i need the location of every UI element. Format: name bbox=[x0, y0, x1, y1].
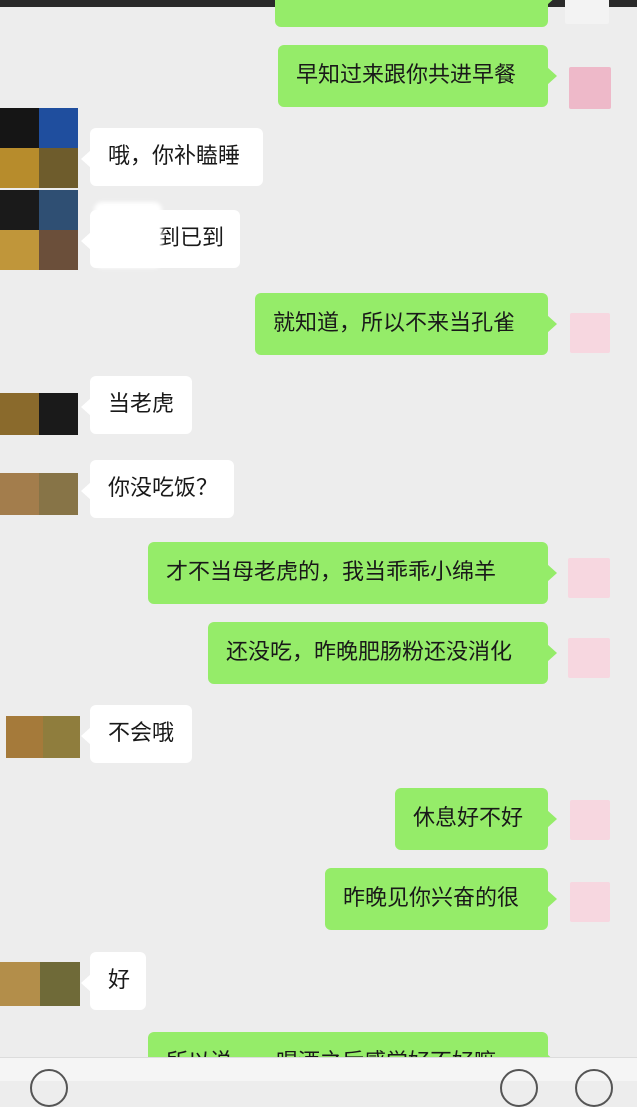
my-avatar-icon[interactable] bbox=[570, 882, 610, 922]
contact-avatar-icon[interactable] bbox=[0, 108, 78, 188]
contact-avatar-icon[interactable] bbox=[6, 716, 80, 758]
message-bubble-left[interactable]: 好 bbox=[81, 952, 146, 1010]
contact-avatar-icon[interactable] bbox=[0, 190, 78, 270]
redaction-patch bbox=[94, 202, 162, 268]
message-bubble-right[interactable]: 早知过来跟你共进早餐 bbox=[278, 45, 557, 107]
message-bubble-right[interactable]: 昨晚见你兴奋的很 bbox=[325, 868, 557, 930]
message-bubble-right[interactable]: 就知道，所以不来当孔雀 bbox=[255, 293, 557, 355]
input-toolbar bbox=[0, 1057, 637, 1081]
voice-icon[interactable] bbox=[30, 1069, 68, 1107]
my-avatar-icon[interactable] bbox=[565, 0, 609, 24]
more-icon[interactable] bbox=[575, 1069, 613, 1107]
message-bubble-left[interactable]: 不会哦 bbox=[81, 705, 192, 763]
contact-avatar-icon[interactable] bbox=[0, 473, 78, 515]
message-row-partial-top bbox=[0, 0, 637, 30]
message-bubble-right[interactable]: 休息好不好 bbox=[395, 788, 557, 850]
emoji-icon[interactable] bbox=[500, 1069, 538, 1107]
message-bubble-right[interactable]: 所以说……喝酒之后感觉好不好嘛 bbox=[148, 1032, 557, 1057]
message-row-partial-bottom: 所以说……喝酒之后感觉好不好嘛 bbox=[0, 1030, 637, 1057]
my-avatar-icon[interactable] bbox=[568, 638, 610, 678]
message-bubble-left[interactable]: 你没吃饭？ bbox=[81, 460, 234, 518]
my-avatar-icon[interactable] bbox=[570, 800, 610, 840]
message-bubble-right[interactable]: 才不当母老虎的，我当乖乖小绵羊 bbox=[148, 542, 557, 604]
my-avatar-icon[interactable] bbox=[570, 313, 610, 353]
message-bubble-right[interactable]: 还没吃，昨晚肥肠粉还没消化 bbox=[208, 622, 557, 684]
message-bubble-right[interactable] bbox=[275, 0, 557, 27]
contact-avatar-icon[interactable] bbox=[0, 393, 78, 435]
message-bubble-left[interactable]: 哦，你补瞌睡 bbox=[81, 128, 263, 186]
my-avatar-icon[interactable] bbox=[569, 67, 611, 109]
my-avatar-icon[interactable] bbox=[568, 558, 610, 598]
contact-avatar-icon[interactable] bbox=[0, 962, 80, 1006]
chat-area[interactable]: 早知过来跟你共进早餐 哦，你补瞌睡 到已到 就知道，所以不来当孔雀 当老虎 你没… bbox=[0, 0, 637, 1080]
message-bubble-left[interactable]: 当老虎 bbox=[81, 376, 192, 434]
